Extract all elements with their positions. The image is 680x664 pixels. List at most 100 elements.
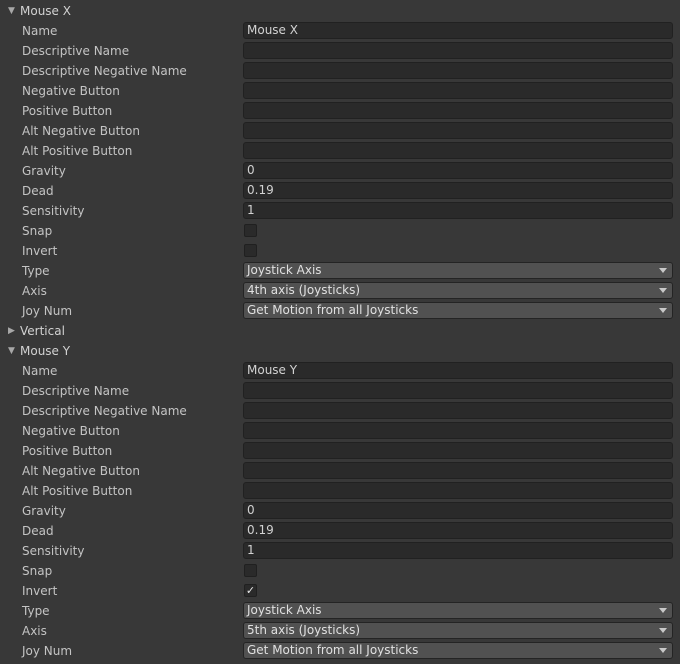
descriptive-negative-name-label: Descriptive Negative Name — [22, 64, 187, 78]
positive-button-label: Positive Button — [22, 104, 113, 118]
snap-row: Snap — [0, 561, 680, 581]
positive-button-label: Positive Button — [22, 444, 113, 458]
axis-header-vertical[interactable]: ▶ Vertical — [0, 321, 680, 341]
dead-row: Dead 0.19 — [0, 181, 680, 201]
axis-dropdown[interactable]: 4th axis (Joysticks) — [243, 282, 673, 299]
dropdown-arrow-icon — [659, 648, 667, 653]
input-axes-inspector: ▼ Mouse X Name Mouse X Descriptive Name … — [0, 1, 680, 661]
axis-title: Vertical — [20, 324, 65, 338]
descriptive-name-label: Descriptive Name — [22, 384, 130, 398]
negative-button-field[interactable] — [243, 422, 673, 439]
negative-button-row: Negative Button — [0, 81, 680, 101]
name-field[interactable]: Mouse Y — [243, 362, 673, 379]
gravity-field[interactable]: 0 — [243, 162, 673, 179]
type-dropdown[interactable]: Joystick Axis — [243, 262, 673, 279]
descriptive-name-row: Descriptive Name — [0, 381, 680, 401]
type-dropdown-value: Joystick Axis — [247, 263, 322, 277]
descriptive-negative-name-row: Descriptive Negative Name — [0, 401, 680, 421]
invert-label: Invert — [22, 584, 58, 598]
dead-field[interactable]: 0.19 — [243, 522, 673, 539]
negative-button-label: Negative Button — [22, 424, 120, 438]
name-label: Name — [22, 24, 58, 38]
descriptive-name-label: Descriptive Name — [22, 44, 130, 58]
dropdown-arrow-icon — [659, 268, 667, 273]
joy-num-dropdown-value: Get Motion from all Joysticks — [247, 643, 419, 657]
descriptive-name-field[interactable] — [243, 382, 673, 399]
snap-checkbox[interactable] — [244, 224, 257, 237]
alt-negative-button-row: Alt Negative Button — [0, 461, 680, 481]
sensitivity-field[interactable]: 1 — [243, 202, 673, 219]
negative-button-field[interactable] — [243, 82, 673, 99]
axis-label: Axis — [22, 624, 47, 638]
axis-row: Axis 4th axis (Joysticks) — [0, 281, 680, 301]
negative-button-row: Negative Button — [0, 421, 680, 441]
axis-header-mouse-y[interactable]: ▼ Mouse Y — [0, 341, 680, 361]
invert-row: Invert ✓ — [0, 581, 680, 601]
alt-negative-button-field[interactable] — [243, 122, 673, 139]
alt-negative-button-row: Alt Negative Button — [0, 121, 680, 141]
name-label: Name — [22, 364, 58, 378]
gravity-field[interactable]: 0 — [243, 502, 673, 519]
axis-label: Axis — [22, 284, 47, 298]
gravity-row: Gravity 0 — [0, 501, 680, 521]
gravity-label: Gravity — [22, 504, 66, 518]
type-label: Type — [22, 604, 50, 618]
invert-checkbox[interactable] — [244, 244, 257, 257]
dead-label: Dead — [22, 524, 54, 538]
name-field[interactable]: Mouse X — [243, 22, 673, 39]
invert-label: Invert — [22, 244, 58, 258]
type-dropdown[interactable]: Joystick Axis — [243, 602, 673, 619]
joy-num-dropdown-value: Get Motion from all Joysticks — [247, 303, 419, 317]
alt-positive-button-row: Alt Positive Button — [0, 481, 680, 501]
triangle-down-icon[interactable]: ▼ — [8, 346, 20, 356]
gravity-row: Gravity 0 — [0, 161, 680, 181]
alt-positive-button-field[interactable] — [243, 482, 673, 499]
type-dropdown-value: Joystick Axis — [247, 603, 322, 617]
joy-num-dropdown[interactable]: Get Motion from all Joysticks — [243, 302, 673, 319]
descriptive-name-field[interactable] — [243, 42, 673, 59]
dead-label: Dead — [22, 184, 54, 198]
dropdown-arrow-icon — [659, 608, 667, 613]
type-label: Type — [22, 264, 50, 278]
negative-button-label: Negative Button — [22, 84, 120, 98]
sensitivity-row: Sensitivity 1 — [0, 541, 680, 561]
joy-num-row: Joy Num Get Motion from all Joysticks — [0, 641, 680, 661]
triangle-down-icon[interactable]: ▼ — [8, 6, 20, 16]
dead-row: Dead 0.19 — [0, 521, 680, 541]
alt-negative-button-label: Alt Negative Button — [22, 464, 140, 478]
positive-button-field[interactable] — [243, 102, 673, 119]
snap-checkbox[interactable] — [244, 564, 257, 577]
joy-num-label: Joy Num — [22, 644, 73, 658]
type-row: Type Joystick Axis — [0, 601, 680, 621]
joy-num-label: Joy Num — [22, 304, 73, 318]
sensitivity-row: Sensitivity 1 — [0, 201, 680, 221]
sensitivity-field[interactable]: 1 — [243, 542, 673, 559]
axis-dropdown-value: 4th axis (Joysticks) — [247, 283, 361, 297]
axis-header-mouse-x[interactable]: ▼ Mouse X — [0, 1, 680, 21]
axis-dropdown[interactable]: 5th axis (Joysticks) — [243, 622, 673, 639]
positive-button-field[interactable] — [243, 442, 673, 459]
descriptive-negative-name-row: Descriptive Negative Name — [0, 61, 680, 81]
gravity-label: Gravity — [22, 164, 66, 178]
name-row: Name Mouse Y — [0, 361, 680, 381]
descriptive-name-row: Descriptive Name — [0, 41, 680, 61]
sensitivity-label: Sensitivity — [22, 204, 85, 218]
invert-checkbox[interactable]: ✓ — [244, 584, 257, 597]
descriptive-negative-name-field[interactable] — [243, 402, 673, 419]
dropdown-arrow-icon — [659, 628, 667, 633]
alt-positive-button-row: Alt Positive Button — [0, 141, 680, 161]
joy-num-dropdown[interactable]: Get Motion from all Joysticks — [243, 642, 673, 659]
snap-label: Snap — [22, 564, 53, 578]
alt-negative-button-field[interactable] — [243, 462, 673, 479]
invert-row: Invert — [0, 241, 680, 261]
descriptive-negative-name-field[interactable] — [243, 62, 673, 79]
joy-num-row: Joy Num Get Motion from all Joysticks — [0, 301, 680, 321]
axis-title: Mouse Y — [20, 344, 71, 358]
triangle-right-icon[interactable]: ▶ — [8, 326, 20, 336]
positive-button-row: Positive Button — [0, 101, 680, 121]
name-row: Name Mouse X — [0, 21, 680, 41]
alt-positive-button-label: Alt Positive Button — [22, 144, 133, 158]
dead-field[interactable]: 0.19 — [243, 182, 673, 199]
positive-button-row: Positive Button — [0, 441, 680, 461]
alt-positive-button-field[interactable] — [243, 142, 673, 159]
